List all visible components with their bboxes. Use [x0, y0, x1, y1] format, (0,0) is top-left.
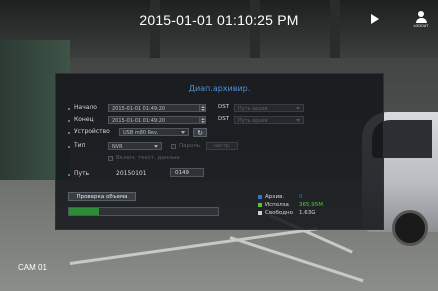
legend-value: 0: [299, 194, 303, 200]
chevron-down-icon: [296, 119, 300, 122]
legend-swatch: [258, 211, 262, 215]
end-label: Конец: [74, 116, 94, 123]
legend-label: Исполза: [265, 202, 289, 208]
logout-label: LOGOUT: [413, 24, 429, 28]
bullet-icon: [68, 108, 70, 110]
end-dst-value: Путь архив: [238, 118, 268, 124]
chevron-down-icon: [154, 145, 158, 148]
dialog-title: Диап.архивир.: [188, 84, 251, 93]
end-spinner[interactable]: [199, 116, 206, 124]
device-label: Устройство: [74, 128, 110, 135]
bullet-icon: [68, 120, 70, 122]
play-icon[interactable]: [371, 14, 379, 24]
end-dst-select[interactable]: Путь архив: [234, 116, 304, 124]
include-text-checkbox[interactable]: [108, 156, 113, 161]
user-icon-body: [415, 18, 427, 23]
start-datetime-field[interactable]: 2015-01-01 01:49:20: [108, 104, 203, 112]
legend-value: 1.63G: [299, 210, 316, 216]
start-dst-label: DST: [218, 104, 230, 110]
logout-button[interactable]: LOGOUT: [407, 11, 435, 33]
ceiling-beam: [150, 0, 160, 58]
bullet-icon: [68, 132, 70, 134]
type-label: Тип: [74, 142, 86, 149]
path-label: Путь: [74, 170, 90, 177]
refresh-icon[interactable]: ↻: [193, 128, 207, 137]
start-dst-value: Путь архив: [238, 106, 268, 112]
path-date: 20150101: [116, 170, 147, 177]
password-label: Пароль: [179, 143, 201, 149]
path-number-field[interactable]: 0149: [170, 168, 204, 177]
check-capacity-button[interactable]: Проверка объема: [68, 192, 136, 201]
chevron-down-icon: [181, 131, 185, 134]
legend-swatch: [258, 203, 262, 207]
end-dst-label: DST: [218, 116, 230, 122]
capacity-bar-fill: [69, 208, 99, 215]
chevron-down-icon: [296, 107, 300, 110]
end-datetime-field[interactable]: 2015-01-01 01:49:20: [108, 116, 203, 124]
start-spinner[interactable]: [199, 104, 206, 112]
archive-range-dialog: Диап.архивир. Начало 2015-01-01 01:49:20…: [55, 73, 384, 230]
ceiling-beam: [330, 0, 340, 58]
capacity-bar: [68, 207, 219, 216]
legend-value: 365.95M: [299, 202, 323, 208]
include-text-label: Включ. текст. данные: [116, 155, 180, 161]
camera-label: CAM 01: [18, 263, 47, 272]
device-select[interactable]: USB m80 Rev.: [119, 128, 189, 136]
ceiling-beam: [250, 0, 260, 58]
legend-swatch: [258, 195, 262, 199]
type-select[interactable]: NVR: [108, 142, 162, 150]
car-wheel: [392, 210, 428, 246]
legend-label: Свободно: [265, 210, 293, 216]
user-icon: [418, 11, 424, 17]
password-checkbox[interactable]: [171, 144, 176, 149]
bullet-icon: [68, 146, 70, 148]
settings-button[interactable]: настр.: [206, 142, 238, 150]
bullet-icon: [68, 174, 70, 176]
type-value: NVR: [112, 144, 123, 150]
start-label: Начало: [74, 104, 97, 111]
legend-label: Архив.: [265, 194, 285, 200]
device-value: USB m80 Rev.: [123, 130, 159, 136]
start-dst-select[interactable]: Путь архив: [234, 104, 304, 112]
